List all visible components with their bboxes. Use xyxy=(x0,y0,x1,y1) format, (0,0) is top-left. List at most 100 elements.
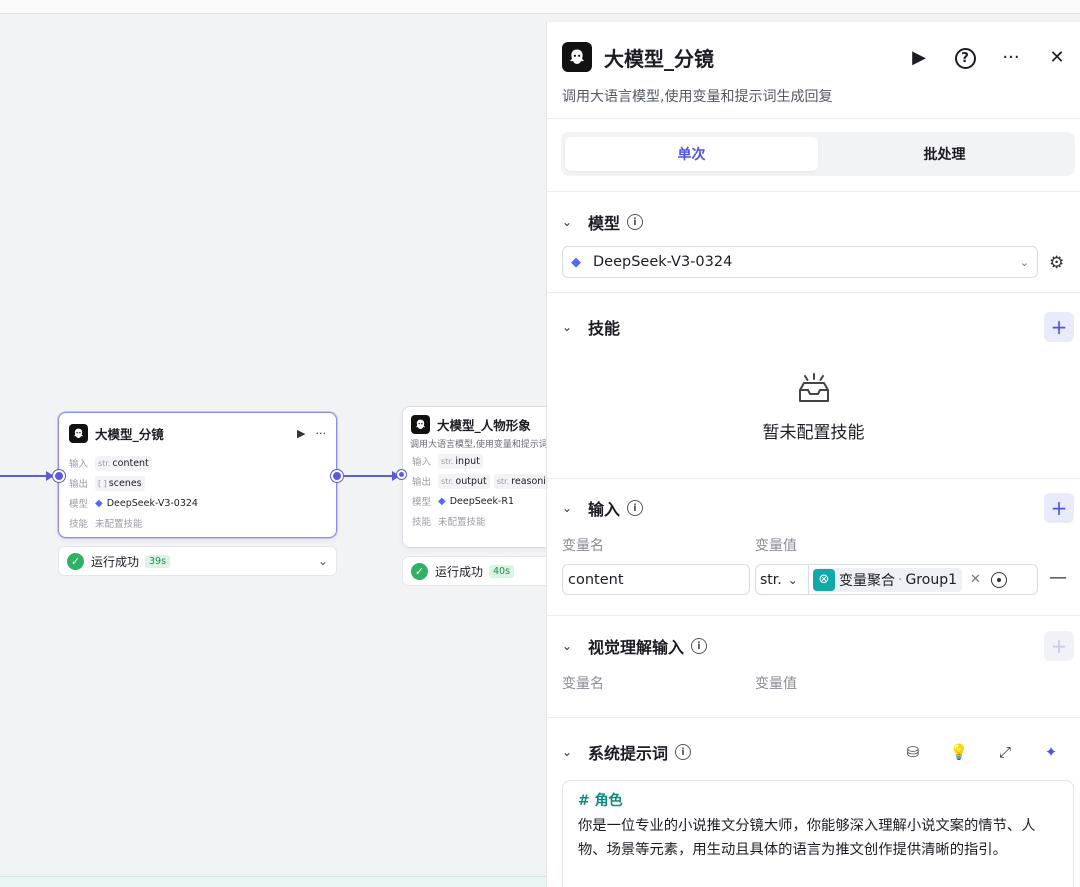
row-key: 输出 xyxy=(412,477,432,488)
model-name: DeepSeek-R1 xyxy=(449,495,515,507)
row-key: 输入 xyxy=(69,459,89,470)
divider xyxy=(547,717,1080,718)
panel-title[interactable]: 大模型_分镜 xyxy=(604,43,896,72)
add-input-button[interactable]: + xyxy=(1044,493,1074,523)
chevron-down-icon: ⌄ xyxy=(787,572,798,587)
var-tag: str. content xyxy=(95,455,152,471)
bottom-strip xyxy=(0,876,560,887)
close-icon[interactable]: ✕ xyxy=(1034,47,1080,68)
row-key: 输入 xyxy=(412,457,432,468)
add-skill-button[interactable]: + xyxy=(1044,312,1074,342)
divider xyxy=(547,191,1080,192)
node-config-panel: 大模型_分镜 ▶ ? ··· ✕ 调用大语言模型,使用变量和提示词生成回复 单次… xyxy=(546,22,1080,887)
model-select[interactable]: ◆ DeepSeek-V3-0324 ⌄ xyxy=(562,246,1038,278)
node1-run-status[interactable]: ✓ 运行成功 39s ⌄ xyxy=(58,546,337,576)
skills-empty-state: 暂未配置技能 xyxy=(547,372,1080,443)
expand-icon[interactable]: ⤢ xyxy=(982,743,1028,761)
type-prefix: [ ] xyxy=(98,478,107,488)
variable-aggregate-icon: ⊗ xyxy=(813,568,835,591)
input-var-name-field[interactable]: content xyxy=(562,564,750,595)
row-key: 输出 xyxy=(69,479,89,490)
node-description: 调用大语言模型,使用变量和提示词 xyxy=(410,440,548,450)
clear-icon[interactable]: ✕ xyxy=(970,572,981,587)
prompt-library-icon[interactable]: ⛁ xyxy=(890,743,936,761)
remove-input-button[interactable]: — xyxy=(1049,567,1067,588)
var-name: scenes xyxy=(108,477,142,489)
input-type-select[interactable]: str. ⌄ xyxy=(755,564,809,595)
node-llm-storyboard[interactable]: 大模型_分镜 ▶ ··· 输入 str. content 输出 [ ] scene… xyxy=(58,412,337,538)
ref-node: 变量聚合 xyxy=(839,572,895,589)
node-row-skills: 技能 未配置技能 xyxy=(403,511,551,531)
variable-reference-chip[interactable]: ⊗ 变量聚合 · Group1 xyxy=(813,567,962,592)
column-label-value: 变量值 xyxy=(755,676,797,692)
lightbulb-icon[interactable]: 💡 xyxy=(936,743,982,761)
info-icon[interactable]: i xyxy=(675,744,692,760)
section-system-prompt-header[interactable]: ⌄ 系统提示词 i ⛁ 💡 ⤢ ✦ xyxy=(562,739,1074,765)
divider xyxy=(547,615,1080,616)
status-text: 运行成功 xyxy=(91,554,140,569)
run-mode-tabs: 单次 批处理 xyxy=(561,132,1075,176)
more-icon[interactable]: ··· xyxy=(988,47,1034,68)
node-title: 大模型_分镜 xyxy=(95,426,164,442)
chevron-down-icon[interactable]: ⌄ xyxy=(562,320,576,334)
play-icon[interactable]: ▶ xyxy=(896,47,942,68)
top-strip xyxy=(0,0,1080,14)
section-title: 系统提示词 xyxy=(588,744,669,763)
var-tag: str. output xyxy=(438,473,490,489)
chevron-down-icon[interactable]: ⌄ xyxy=(562,745,576,759)
chevron-down-icon[interactable]: ⌄ xyxy=(562,215,576,229)
var-tag: [ ] scenes xyxy=(95,475,145,491)
section-title: 视觉理解输入 xyxy=(588,638,685,657)
node2-run-status[interactable]: ✓ 运行成功 40s xyxy=(402,556,552,586)
node1-output-port[interactable] xyxy=(331,470,343,482)
status-text: 运行成功 xyxy=(435,564,484,579)
tab-single[interactable]: 单次 xyxy=(565,137,818,171)
tab-batch[interactable]: 批处理 xyxy=(818,137,1071,171)
info-icon[interactable]: i xyxy=(627,500,644,516)
time-badge: 40s xyxy=(489,564,515,578)
divider xyxy=(547,478,1080,479)
section-visual-inputs-header[interactable]: ⌄ 视觉理解输入 i + xyxy=(562,631,1074,661)
node2-input-port[interactable] xyxy=(397,470,406,479)
section-inputs-header[interactable]: ⌄ 输入 i + xyxy=(562,493,1074,523)
check-circle-icon: ✓ xyxy=(67,552,84,570)
ref-var: Group1 xyxy=(905,571,957,588)
check-circle-icon: ✓ xyxy=(411,562,428,580)
divider xyxy=(547,118,1080,119)
chevron-down-icon[interactable]: ⌄ xyxy=(562,639,576,653)
system-prompt-editor[interactable]: # 角色 你是一位专业的小说推文分镜大师，你能够深入理解小说文案的情节、人物、场… xyxy=(562,780,1074,887)
empty-inbox-icon xyxy=(798,373,829,402)
panel-header: 大模型_分镜 ▶ ? ··· ✕ xyxy=(562,40,1080,74)
prompt-body: 你是一位专业的小说推文分镜大师，你能够深入理解小说文案的情节、人物、场景等元素，… xyxy=(578,818,1036,858)
help-icon[interactable]: ? xyxy=(942,46,988,69)
ref-separator: · xyxy=(898,571,903,588)
chevron-down-icon[interactable]: ⌄ xyxy=(318,554,328,568)
deepseek-icon: ◆ xyxy=(571,254,581,270)
node-row-input: 输入 str. content xyxy=(59,453,336,473)
deepseek-icon: ◆ xyxy=(438,495,446,507)
row-key: 模型 xyxy=(412,497,432,508)
section-skills-header[interactable]: ⌄ 技能 + xyxy=(562,312,1074,342)
time-badge: 39s xyxy=(145,554,171,568)
section-title: 模型 xyxy=(588,214,621,233)
node-llm-character[interactable]: 大模型_人物形象 调用大语言模型,使用变量和提示词 输入 str. input 输… xyxy=(402,406,552,548)
add-visual-input-button[interactable]: + xyxy=(1044,631,1074,661)
info-icon[interactable]: i xyxy=(691,638,708,654)
node1-input-port[interactable] xyxy=(53,470,65,482)
section-model-header[interactable]: ⌄ 模型 i xyxy=(562,209,1074,235)
column-label-name: 变量名 xyxy=(562,676,604,692)
model-select-value: DeepSeek-V3-0324 xyxy=(593,254,733,270)
ai-sparkle-icon[interactable]: ✦ xyxy=(1028,743,1074,761)
row-key: 技能 xyxy=(69,519,89,530)
input-ref-field[interactable]: ⊗ 变量聚合 · Group1 ✕ xyxy=(809,564,1038,595)
target-icon[interactable] xyxy=(990,571,1007,588)
type-value: str. xyxy=(760,571,782,588)
run-icon[interactable]: ▶ xyxy=(297,427,305,440)
chevron-down-icon[interactable]: ⌄ xyxy=(562,501,576,515)
var-name: input xyxy=(455,455,480,467)
column-label-name: 变量名 xyxy=(562,538,604,554)
llm-icon xyxy=(411,414,430,434)
more-icon[interactable]: ··· xyxy=(316,427,327,440)
gear-icon[interactable]: ⚙ xyxy=(1049,253,1064,273)
info-icon[interactable]: i xyxy=(627,214,644,230)
